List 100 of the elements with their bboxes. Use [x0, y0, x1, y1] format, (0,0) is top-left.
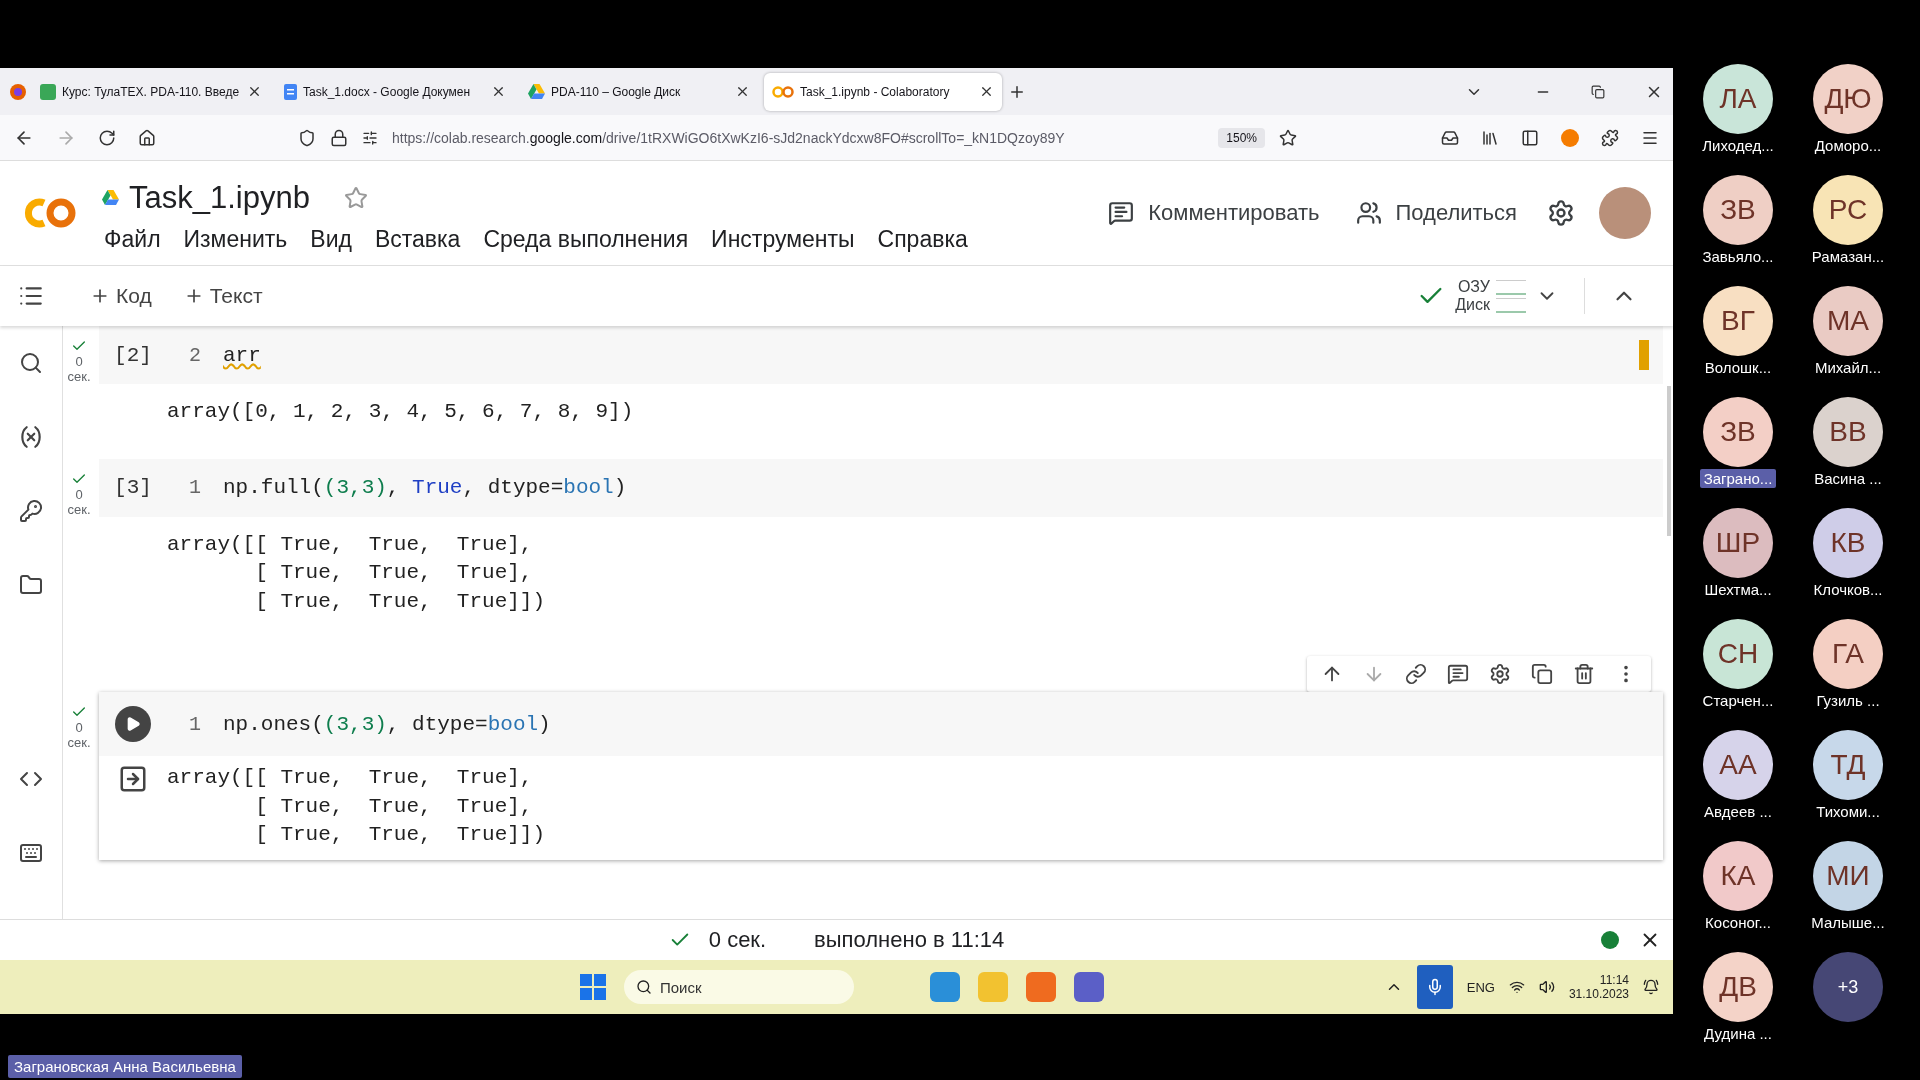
add-text-button[interactable]: Текст — [179, 280, 267, 312]
scrollbar[interactable] — [1667, 386, 1671, 536]
search-field[interactable]: Поиск — [624, 970, 854, 1004]
line-number: 1 — [188, 712, 202, 736]
star-icon[interactable] — [343, 185, 368, 210]
code-line[interactable]: np.ones((3,3), dtype=bool) — [223, 712, 551, 736]
participant-avatar: ШР — [1703, 508, 1773, 578]
language-indicator[interactable]: ENG — [1466, 979, 1495, 995]
comment-icon[interactable] — [1447, 663, 1469, 685]
colab-logo-icon[interactable] — [22, 197, 78, 229]
lock-icon — [330, 128, 348, 147]
run-duration: 0 — [75, 486, 83, 502]
participant-name: Доморо... — [1813, 136, 1883, 155]
menu-item[interactable]: Среда выполнения — [483, 225, 689, 253]
participant-name: Дудина ... — [1703, 1024, 1773, 1043]
link-icon[interactable] — [1405, 663, 1427, 685]
code-line[interactable]: np.full((3,3), True, dtype=bool) — [223, 476, 627, 499]
code-cell[interactable]: 1 np.ones((3,3), dtype=bool) array([[ True, True, True], [ True, True, True], [ True, True, True]]) — [99, 692, 1663, 860]
clock-time[interactable]: 11:14 — [1599, 973, 1629, 987]
library-icon[interactable] — [1481, 128, 1499, 147]
menu-item[interactable]: Вставка — [374, 225, 461, 253]
close-icon[interactable] — [735, 84, 750, 99]
disk-label: Диск — [1455, 296, 1490, 314]
folder-icon[interactable] — [19, 573, 43, 597]
browser-tab[interactable]: PDA-110 – Google Диск — [520, 72, 758, 111]
participant-name: Косоног... — [1704, 913, 1772, 932]
reload-icon[interactable] — [98, 128, 116, 147]
variables-icon[interactable] — [18, 424, 44, 450]
zoom-level[interactable]: 150% — [1218, 127, 1265, 148]
participant-avatar: МА — [1813, 286, 1883, 356]
edge-icon[interactable] — [930, 972, 960, 1002]
notification-icon[interactable] — [1643, 979, 1659, 995]
menu-item[interactable]: Файл — [104, 225, 161, 253]
firefox-icon[interactable] — [10, 83, 26, 100]
search-icon[interactable] — [19, 351, 43, 375]
sidebar-icon[interactable] — [1521, 128, 1539, 147]
star-icon[interactable] — [1279, 128, 1297, 147]
run-duration: 0 сек. — [708, 927, 767, 953]
search-icon — [636, 979, 652, 995]
user-avatar[interactable] — [1599, 187, 1651, 239]
wifi-icon[interactable] — [1508, 979, 1525, 995]
run-duration: 0 — [75, 354, 83, 369]
people-icon — [1355, 200, 1382, 226]
close-icon[interactable] — [979, 84, 994, 99]
status-message: выполнено в 11:14 — [814, 927, 1005, 953]
participant-name: Завьяло... — [1701, 247, 1775, 266]
microphone-button[interactable] — [1416, 965, 1453, 1009]
participant-name: Клочков... — [1812, 580, 1884, 599]
participant-avatar: КА — [1703, 841, 1773, 911]
settings-icon[interactable] — [1547, 199, 1575, 227]
participant-avatar: ВВ — [1813, 397, 1883, 467]
output-icon[interactable] — [118, 764, 148, 794]
share-button[interactable]: Поделиться — [1349, 192, 1523, 234]
teams-icon[interactable] — [1074, 972, 1104, 1002]
status-dot — [1601, 931, 1619, 949]
permissions-icon[interactable] — [362, 129, 378, 146]
menu-item[interactable]: Инструменты — [711, 225, 855, 253]
mirror-icon[interactable] — [1531, 663, 1553, 685]
cell-marker — [1639, 340, 1649, 370]
volume-icon[interactable] — [1538, 979, 1555, 995]
menu-item[interactable]: Справка — [877, 225, 968, 253]
participant-name: Гузиль ... — [1815, 691, 1881, 710]
add-code-button[interactable]: Код — [86, 280, 156, 312]
colab-logo-icon — [772, 85, 794, 98]
delete-icon[interactable] — [1573, 663, 1595, 685]
participant-name: Лиходед... — [1701, 136, 1775, 155]
participant-name: Васина ... — [1813, 469, 1883, 488]
address-field[interactable]: https://colab.research.google.com/drive/1tRXWiGO6tXwKzI6-sJd2nackYdcxw8FO#scrollTo=_kN1DQzoy89Y — [392, 129, 1205, 146]
play-icon — [125, 716, 141, 732]
terminal-icon[interactable] — [19, 841, 43, 865]
cell-output: array([[ True, True, True], [ True, True, True], [ True, True, True]]) — [167, 765, 546, 848]
participant-name: Волошк... — [1703, 358, 1773, 377]
key-icon[interactable] — [19, 499, 43, 523]
windows-icon[interactable] — [580, 974, 606, 1000]
more-participants-button[interactable]: +3 — [1813, 952, 1883, 1022]
browser-tab[interactable]: Task_1.docx - Google Докумен — [276, 72, 514, 111]
participant-avatar: ЛА — [1703, 64, 1773, 134]
menu-item[interactable]: Изменить — [183, 225, 288, 253]
firefox-icon[interactable] — [1026, 972, 1056, 1002]
participant-name: Михайл... — [1813, 358, 1883, 377]
menu-item[interactable]: Вид — [310, 225, 352, 253]
restore-icon[interactable] — [1591, 84, 1605, 99]
extension-icon[interactable] — [1561, 128, 1579, 147]
clock-date[interactable]: 31.10.2023 — [1568, 987, 1629, 1001]
home-icon[interactable] — [138, 128, 156, 147]
participant-avatar: ВГ — [1703, 286, 1773, 356]
browser-tab[interactable]: Курс: ТулаТЕХ. PDA-110. Введе — [32, 72, 270, 111]
ram-label: ОЗУ — [1457, 278, 1490, 296]
notebook-title[interactable]: Task_1.ipynb — [129, 179, 310, 216]
close-icon[interactable] — [247, 84, 262, 99]
participant-avatar: СН — [1703, 619, 1773, 689]
close-icon[interactable] — [491, 84, 506, 99]
browser-tab[interactable]: Task_1.ipynb - Colaboratory — [764, 72, 1002, 111]
puzzle-icon[interactable] — [1601, 128, 1619, 147]
run-duration-unit: сек. — [67, 735, 91, 750]
pocket-icon[interactable] — [1441, 128, 1459, 147]
settings-icon[interactable] — [1489, 663, 1511, 685]
run-button[interactable] — [115, 706, 151, 742]
comment-button[interactable]: Комментировать — [1102, 192, 1326, 234]
code-line[interactable]: arr — [223, 343, 261, 367]
